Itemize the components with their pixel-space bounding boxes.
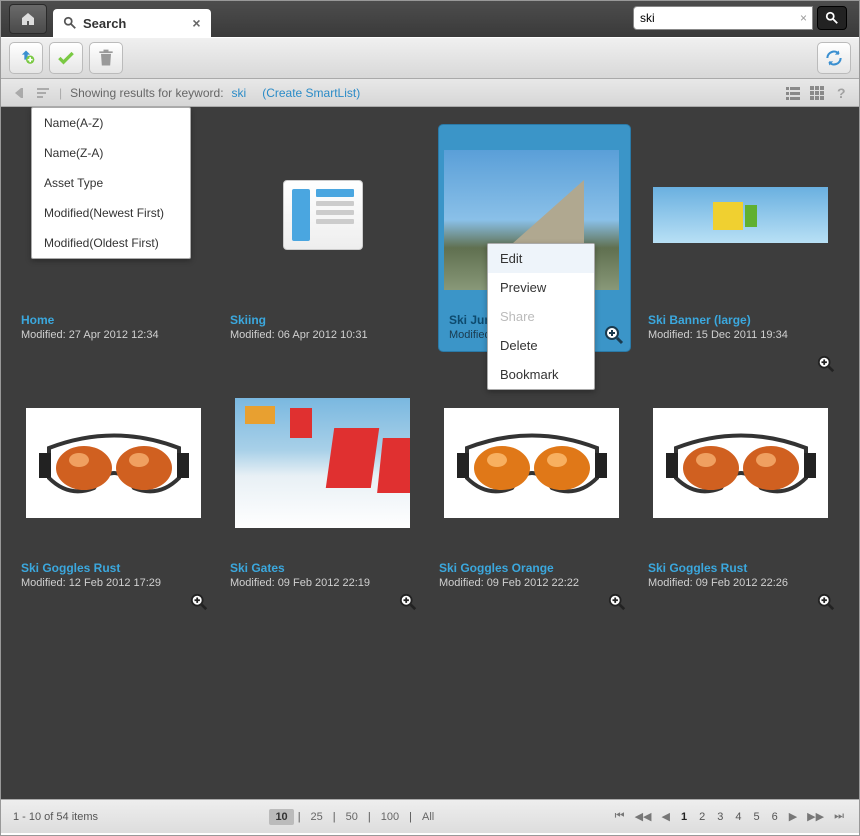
- asset-modified: Modified: 27 Apr 2012 12:34: [21, 329, 212, 341]
- svg-text:?: ?: [837, 85, 846, 101]
- pager-page-6[interactable]: 6: [768, 811, 782, 823]
- search-input[interactable]: [633, 6, 813, 30]
- tab-label: Search: [83, 16, 126, 31]
- check-icon: [56, 48, 76, 68]
- document-icon: [283, 180, 363, 250]
- create-smartlist-link[interactable]: (Create SmartList): [262, 86, 360, 100]
- asset-card[interactable]: Ski Gates Modified: 09 Feb 2012 22:19: [230, 373, 421, 589]
- zoom-icon[interactable]: [817, 593, 835, 611]
- sort-option-asset-type[interactable]: Asset Type: [32, 168, 190, 198]
- search-icon: [63, 16, 77, 30]
- pager-first-icon[interactable]: ⏮: [612, 810, 628, 823]
- asset-title[interactable]: Ski Banner (large): [648, 313, 839, 327]
- pager-back-icon[interactable]: ◀: [658, 810, 672, 823]
- back-icon[interactable]: [11, 85, 27, 101]
- page-size-all[interactable]: All: [416, 809, 440, 825]
- pager-page-2[interactable]: 2: [695, 811, 709, 823]
- asset-modified: Modified: 09 Feb 2012 22:26: [648, 577, 839, 589]
- ski-gates-thumbnail: [235, 398, 410, 528]
- pager-next-icon[interactable]: ▶: [786, 810, 800, 823]
- results-area: Name(A-Z) Name(Z-A) Asset Type Modified(…: [1, 107, 859, 799]
- pager-prev-icon[interactable]: ◀◀: [632, 810, 655, 823]
- zoom-icon[interactable]: [190, 593, 208, 611]
- ctx-delete[interactable]: Delete: [488, 331, 594, 360]
- list-view-icon[interactable]: [785, 85, 801, 101]
- sort-option-modified-oldest[interactable]: Modified(Oldest First): [32, 228, 190, 258]
- ctx-share: Share: [488, 302, 594, 331]
- pager-page-5[interactable]: 5: [749, 811, 763, 823]
- title-bar: Search × ×: [1, 1, 859, 37]
- asset-title[interactable]: Ski Goggles Orange: [439, 561, 630, 575]
- asset-card[interactable]: Skiing Modified: 06 Apr 2012 10:31: [230, 125, 421, 351]
- pager-page-3[interactable]: 3: [713, 811, 727, 823]
- goggles-thumbnail: [26, 408, 201, 518]
- asset-title[interactable]: Skiing: [230, 313, 421, 327]
- pager-last-icon[interactable]: ⏭: [831, 810, 847, 823]
- asset-card[interactable]: Ski Goggles Rust Modified: 09 Feb 2012 2…: [648, 373, 839, 589]
- divider: |: [59, 86, 62, 100]
- sort-option-name-za[interactable]: Name(Z-A): [32, 138, 190, 168]
- tab-search[interactable]: Search ×: [53, 9, 211, 37]
- goggles-thumbnail: [653, 408, 828, 518]
- home-icon: [20, 11, 36, 27]
- search-clear-button[interactable]: ×: [800, 11, 807, 25]
- delete-button[interactable]: [89, 42, 123, 74]
- sort-option-modified-newest[interactable]: Modified(Newest First): [32, 198, 190, 228]
- filter-bar: | Showing results for keyword: ski (Crea…: [1, 79, 859, 107]
- context-menu: Edit Preview Share Delete Bookmark: [487, 243, 595, 390]
- approve-button[interactable]: [49, 42, 83, 74]
- ctx-bookmark[interactable]: Bookmark: [488, 360, 594, 389]
- results-count: 1 - 10 of 54 items: [13, 811, 98, 823]
- zoom-icon[interactable]: [817, 355, 835, 373]
- refresh-button[interactable]: [817, 42, 851, 74]
- trash-icon: [96, 48, 116, 68]
- zoom-icon[interactable]: [399, 593, 417, 611]
- sort-option-name-az[interactable]: Name(A-Z): [32, 108, 190, 138]
- refresh-icon: [824, 48, 844, 68]
- asset-title[interactable]: Home: [21, 313, 212, 327]
- page-size-25[interactable]: 25: [305, 809, 329, 825]
- toolbar: [1, 37, 859, 79]
- page-size-10[interactable]: 10: [269, 809, 293, 825]
- asset-card[interactable]: Ski Banner (large) Modified: 15 Dec 2011…: [648, 125, 839, 351]
- zoom-icon[interactable]: [608, 593, 626, 611]
- asset-title[interactable]: Ski Goggles Rust: [21, 561, 212, 575]
- banner-thumbnail: [653, 187, 828, 243]
- sort-menu: Name(A-Z) Name(Z-A) Asset Type Modified(…: [31, 107, 191, 259]
- page-size-100[interactable]: 100: [375, 809, 405, 825]
- asset-modified: Modified: 12 Feb 2012 17:29: [21, 577, 212, 589]
- upload-button[interactable]: [9, 42, 43, 74]
- pager-page-4[interactable]: 4: [731, 811, 745, 823]
- search-button[interactable]: [817, 6, 847, 30]
- ctx-preview[interactable]: Preview: [488, 273, 594, 302]
- goggles-thumbnail: [444, 408, 619, 518]
- asset-card[interactable]: Ski Goggles Rust Modified: 12 Feb 2012 1…: [21, 373, 212, 589]
- pager-fwd-icon[interactable]: ▶▶: [804, 810, 827, 823]
- tab-close-button[interactable]: ×: [192, 15, 200, 31]
- asset-title[interactable]: Ski Gates: [230, 561, 421, 575]
- filter-label: Showing results for keyword:: [70, 86, 223, 100]
- help-icon[interactable]: ?: [833, 85, 849, 101]
- pagination: ⏮ ◀◀ ◀ 1 2 3 4 5 6 ▶ ▶▶ ⏭: [612, 810, 847, 823]
- asset-modified: Modified: 15 Dec 2011 19:34: [648, 329, 839, 341]
- upload-icon: [16, 48, 36, 68]
- asset-modified: Modified: 09 Feb 2012 22:22: [439, 577, 630, 589]
- pager-page-1[interactable]: 1: [677, 811, 691, 823]
- zoom-icon[interactable]: [604, 325, 624, 345]
- grid-view-icon[interactable]: [809, 85, 825, 101]
- search-icon: [825, 11, 839, 25]
- asset-title[interactable]: Ski Goggles Rust: [648, 561, 839, 575]
- global-search: ×: [633, 6, 847, 30]
- footer-bar: 1 - 10 of 54 items 10 | 25 | 50 | 100 | …: [1, 799, 859, 833]
- asset-modified: Modified: 09 Feb 2012 22:19: [230, 577, 421, 589]
- home-button[interactable]: [9, 4, 47, 34]
- page-size-50[interactable]: 50: [340, 809, 364, 825]
- asset-modified: Modified: 06 Apr 2012 10:31: [230, 329, 421, 341]
- ctx-edit[interactable]: Edit: [488, 244, 594, 273]
- page-size-selector: 10 | 25 | 50 | 100 | All: [269, 809, 440, 825]
- asset-card[interactable]: Ski Goggles Orange Modified: 09 Feb 2012…: [439, 373, 630, 589]
- filter-keyword: ski: [232, 86, 247, 100]
- sort-icon[interactable]: [35, 85, 51, 101]
